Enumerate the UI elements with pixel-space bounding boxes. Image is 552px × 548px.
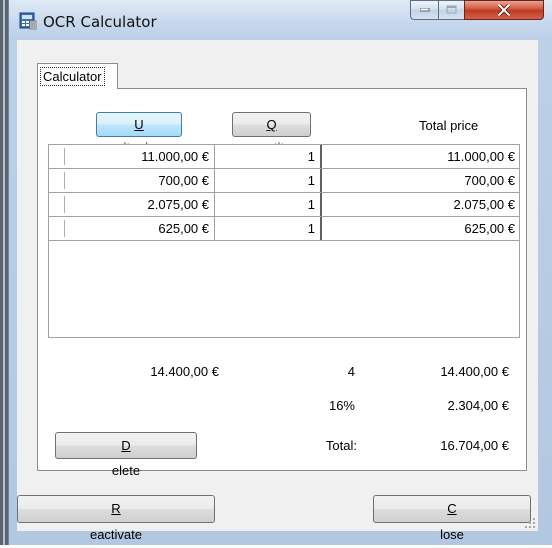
close-icon xyxy=(498,4,510,16)
tab-calculator[interactable]: Calculator xyxy=(37,63,118,89)
caption-buttons xyxy=(410,0,544,20)
maximize-icon xyxy=(446,5,456,14)
total-label: Total: xyxy=(325,438,357,453)
tax-amount: 2.304,00 € xyxy=(447,398,509,413)
client-area: Calculator Unit price Quantity Total pri… xyxy=(17,40,538,542)
price-table[interactable]: 11.000,00 € 1 11.000,00 € 700,00 € 1 700… xyxy=(48,144,520,338)
cell-unit-price[interactable]: 11.000,00 € xyxy=(49,145,215,168)
close-window-button[interactable] xyxy=(464,0,544,20)
resize-grip-icon[interactable] xyxy=(524,517,536,529)
cell-unit-price[interactable]: 2.075,00 € xyxy=(49,193,215,216)
calculator-icon xyxy=(19,12,37,30)
cell-total-price[interactable]: 11.000,00 € xyxy=(322,145,519,168)
cell-quantity[interactable]: 1 xyxy=(215,193,322,216)
window-title: OCR Calculator xyxy=(43,13,157,31)
ocr-calculator-window: OCR Calculator Calculator U Q Total pric… xyxy=(8,0,552,545)
net-total: 14.400,00 € xyxy=(440,364,509,379)
background-window-edge xyxy=(0,0,8,545)
table-row[interactable]: 625,00 € 1 625,00 € xyxy=(49,217,519,241)
cell-unit-price[interactable]: 700,00 € xyxy=(49,169,215,192)
cell-total-price[interactable]: 700,00 € xyxy=(322,169,519,192)
title-bar[interactable]: OCR Calculator xyxy=(9,0,552,40)
close-button[interactable]: Close xyxy=(373,495,531,542)
cell-total-price[interactable]: 625,00 € xyxy=(322,217,519,240)
cell-quantity[interactable]: 1 xyxy=(215,169,322,192)
quantity-sum: 4 xyxy=(347,364,355,379)
cell-quantity[interactable]: 1 xyxy=(215,217,322,240)
minimize-button[interactable] xyxy=(410,0,439,20)
maximize-button[interactable] xyxy=(438,0,465,20)
total-price-header: Total price xyxy=(419,118,479,133)
unit-price-sum: 14.400,00 € xyxy=(150,364,219,379)
reactivate-button[interactable]: Reactivate xyxy=(17,495,215,542)
cell-unit-price[interactable]: 625,00 € xyxy=(49,217,215,240)
table-row[interactable]: 11.000,00 € 1 11.000,00 € xyxy=(49,145,519,169)
quantity-header-button[interactable]: Quantity xyxy=(232,112,311,155)
grand-total: 16.704,00 € xyxy=(440,438,509,453)
cell-quantity[interactable]: 1 xyxy=(215,145,322,168)
table-row[interactable]: 2.075,00 € 1 2.075,00 € xyxy=(49,193,519,217)
tax-rate: 16% xyxy=(328,398,355,413)
unit-price-header-button[interactable]: Unit price xyxy=(96,112,182,155)
minimize-icon xyxy=(419,8,429,12)
tab-calculator-label: Calculator xyxy=(40,67,105,86)
table-row[interactable]: 700,00 € 1 700,00 € xyxy=(49,169,519,193)
cell-total-price[interactable]: 2.075,00 € xyxy=(322,193,519,216)
delete-button[interactable]: Delete xyxy=(55,432,197,478)
